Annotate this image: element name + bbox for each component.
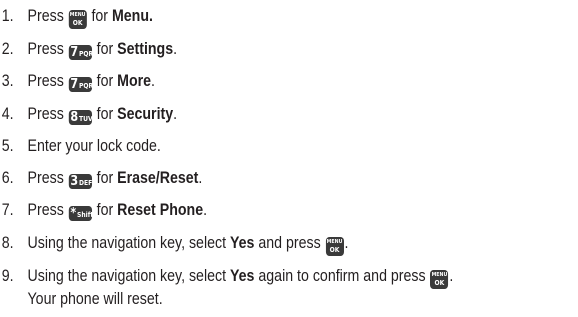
step-1: 1. Press MENU OK for Menu. — [0, 6, 497, 29]
eight-key-icon: 8TUV — [68, 110, 93, 125]
step-text: Press — [27, 72, 68, 90]
step-number: 1. — [1, 7, 14, 25]
step-text: for — [87, 7, 112, 25]
step-target: More — [117, 72, 152, 90]
step-target: Erase/Reset — [117, 169, 199, 187]
step-text: for — [92, 201, 118, 219]
step-target: Reset Phone — [117, 201, 204, 219]
step-text: Press — [27, 169, 68, 187]
step-text: Press — [27, 40, 68, 58]
step-number: 3. — [1, 72, 14, 90]
step-number: 2. — [1, 40, 14, 58]
step-7: 7. Press *Shift for Reset Phone. — [1, 201, 208, 221]
seven-key-icon: 7PQRS — [68, 77, 98, 92]
step-8: 8. Using the navigation key, select Yes a… — [1, 234, 349, 256]
menu-ok-key-icon: MENU OK — [325, 237, 344, 256]
step-9-continuation: Your phone will reset. — [0, 289, 497, 309]
step-4: 4. Press 8TUV for Security. — [1, 105, 178, 125]
step-target: Yes — [229, 267, 255, 285]
step-3: 3. Press 7PQRS for More. — [1, 72, 155, 92]
step-target: Settings — [117, 40, 174, 58]
step-text: Using the navigation key, select — [27, 234, 230, 252]
seven-key-icon: 7PQRS — [68, 45, 98, 60]
step-2: 2. Press 7PQRS for Settings. — [1, 40, 178, 60]
menu-ok-key-icon: MENU OK — [68, 10, 87, 29]
step-text: for — [92, 105, 118, 123]
step-5: 5. Enter your lock code. — [0, 136, 497, 156]
step-number: 5. — [1, 137, 14, 155]
step-target: Security — [117, 105, 174, 123]
step-text: for — [92, 169, 118, 187]
menu-ok-key-icon: MENU OK — [430, 270, 449, 289]
step-9: 9. Using the navigation key, select Yes a… — [1, 267, 454, 289]
step-text: and press — [254, 234, 325, 252]
step-number: 8. — [1, 234, 14, 252]
step-text: Using the navigation key, select — [27, 267, 230, 285]
step-number: 7. — [1, 201, 14, 219]
instruction-list: 1. Press MENU OK for Menu. 2. Press 7PQRS f… — [0, 0, 578, 317]
step-6: 6. Press 3DEF for Erase/Reset. — [1, 169, 203, 189]
star-shift-key-icon: *Shift — [68, 206, 94, 221]
step-text: again to confirm and press — [254, 267, 430, 285]
step-text: Enter your lock code. — [27, 137, 161, 155]
step-text: Press — [27, 105, 68, 123]
step-text: Press — [27, 201, 68, 219]
step-number: 4. — [1, 105, 14, 123]
three-key-icon: 3DEF — [68, 174, 93, 189]
step-text: Your phone will reset. — [27, 290, 163, 308]
step-target: Yes — [229, 234, 255, 252]
step-target: Menu. — [111, 7, 153, 25]
step-number: 6. — [1, 169, 14, 187]
step-number: 9. — [1, 267, 14, 285]
step-text: Press — [27, 7, 68, 25]
